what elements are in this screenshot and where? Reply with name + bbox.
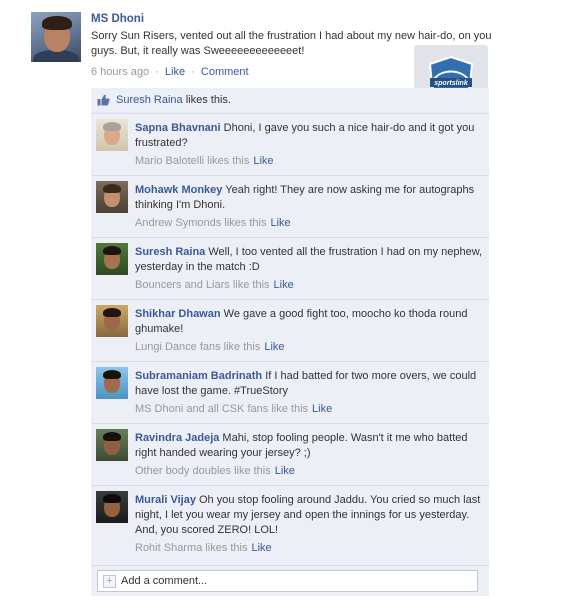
add-comment-row: + Add a comment... bbox=[91, 565, 489, 596]
comment-body: Suresh Raina Well, I too vented all the … bbox=[135, 245, 483, 293]
comment-item: Ravindra Jadeja Mahi, stop fooling peopl… bbox=[91, 423, 489, 486]
comment-likes-text: Other body doubles like this bbox=[135, 465, 271, 477]
comment-item: Suresh Raina Well, I too vented all the … bbox=[91, 237, 489, 300]
likes-suffix: likes this. bbox=[182, 94, 231, 106]
meta-separator: · bbox=[155, 66, 159, 78]
post-like-link[interactable]: Like bbox=[165, 66, 185, 78]
comment-like-link[interactable]: Like bbox=[248, 542, 272, 554]
comment-item: Shikhar Dhawan We gave a good fight too,… bbox=[91, 299, 489, 362]
comment-like-link[interactable]: Like bbox=[266, 217, 290, 229]
watermark-text: sportslink bbox=[434, 80, 469, 87]
commenter-avatar[interactable] bbox=[96, 491, 128, 523]
comment-like-link[interactable]: Like bbox=[249, 155, 273, 167]
post-comment-link[interactable]: Comment bbox=[201, 66, 249, 78]
comment-item: Sapna Bhavnani Dhoni, I gave you such a … bbox=[91, 113, 489, 176]
commenter-avatar[interactable] bbox=[96, 243, 128, 275]
comment-item: Subramaniam Badrinath If I had batted fo… bbox=[91, 361, 489, 424]
comment-like-link[interactable]: Like bbox=[271, 465, 295, 477]
feedback-panel: Suresh Raina likes this. Sapna Bhavnani … bbox=[91, 88, 489, 596]
comment-meta: Other body doubles like this Like bbox=[135, 464, 483, 479]
likes-row: Suresh Raina likes this. bbox=[91, 88, 489, 113]
comment-body: Murali Vijay Oh you stop fooling around … bbox=[135, 493, 483, 556]
add-comment-placeholder: Add a comment... bbox=[121, 575, 208, 587]
commenter-avatar[interactable] bbox=[96, 367, 128, 399]
comment-meta: Mario Balotelli likes this Like bbox=[135, 154, 483, 169]
comment-likes-text: Rohit Sharma likes this bbox=[135, 542, 248, 554]
comment-meta: Lungi Dance fans like this Like bbox=[135, 340, 483, 355]
comment-body: Ravindra Jadeja Mahi, stop fooling peopl… bbox=[135, 431, 483, 479]
comment-body: Shikhar Dhawan We gave a good fight too,… bbox=[135, 307, 483, 355]
thumbs-up-icon bbox=[97, 94, 110, 106]
comment-body: Mohawk Monkey Yeah right! They are now a… bbox=[135, 183, 483, 231]
comment-meta: Andrew Symonds likes this Like bbox=[135, 216, 483, 231]
commenter-avatar[interactable] bbox=[96, 305, 128, 337]
comment-like-link[interactable]: Like bbox=[260, 341, 284, 353]
liker-name[interactable]: Suresh Raina bbox=[116, 94, 183, 106]
comment-item: Mohawk Monkey Yeah right! They are now a… bbox=[91, 175, 489, 238]
comment-meta: Bouncers and Liars like this Like bbox=[135, 278, 483, 293]
comment-like-link[interactable]: Like bbox=[270, 279, 294, 291]
comment-likes-text: Lungi Dance fans like this bbox=[135, 341, 261, 353]
commenter-name[interactable]: Shikhar Dhawan bbox=[135, 308, 221, 320]
commenter-name[interactable]: Subramaniam Badrinath bbox=[135, 370, 262, 382]
comment-body: Subramaniam Badrinath If I had batted fo… bbox=[135, 369, 483, 417]
commenter-avatar[interactable] bbox=[96, 181, 128, 213]
post-author-name[interactable]: MS Dhoni bbox=[91, 13, 144, 25]
comment-likes-text: Bouncers and Liars like this bbox=[135, 279, 270, 291]
comment-meta: MS Dhoni and all CSK fans like this Like bbox=[135, 402, 483, 417]
commenter-avatar[interactable] bbox=[96, 429, 128, 461]
commenter-name[interactable]: Suresh Raina bbox=[135, 246, 205, 258]
comment-meta: Rohit Sharma likes this Like bbox=[135, 541, 483, 556]
post-meta: 6 hours ago · Like · Comment bbox=[91, 66, 249, 78]
commenter-name[interactable]: Ravindra Jadeja bbox=[135, 432, 219, 444]
comment-item: Murali Vijay Oh you stop fooling around … bbox=[91, 485, 489, 566]
comment-like-link[interactable]: Like bbox=[308, 403, 332, 415]
meta-separator: · bbox=[191, 66, 195, 78]
comment-likes-text: Andrew Symonds likes this bbox=[135, 217, 267, 229]
likes-text: Suresh Raina likes this. bbox=[116, 94, 231, 106]
commenter-name[interactable]: Murali Vijay bbox=[135, 494, 196, 506]
comment-likes-text: MS Dhoni and all CSK fans like this bbox=[135, 403, 309, 415]
commenter-name[interactable]: Mohawk Monkey bbox=[135, 184, 222, 196]
commenter-name[interactable]: Sapna Bhavnani bbox=[135, 122, 221, 134]
add-comment-input[interactable]: + Add a comment... bbox=[97, 570, 478, 592]
commenter-avatar[interactable] bbox=[96, 119, 128, 151]
comment-likes-text: Mario Balotelli likes this bbox=[135, 155, 250, 167]
post-timestamp: 6 hours ago bbox=[91, 66, 150, 78]
plus-icon: + bbox=[103, 575, 116, 588]
post-author-avatar[interactable] bbox=[31, 12, 81, 62]
comment-body: Sapna Bhavnani Dhoni, I gave you such a … bbox=[135, 121, 483, 169]
